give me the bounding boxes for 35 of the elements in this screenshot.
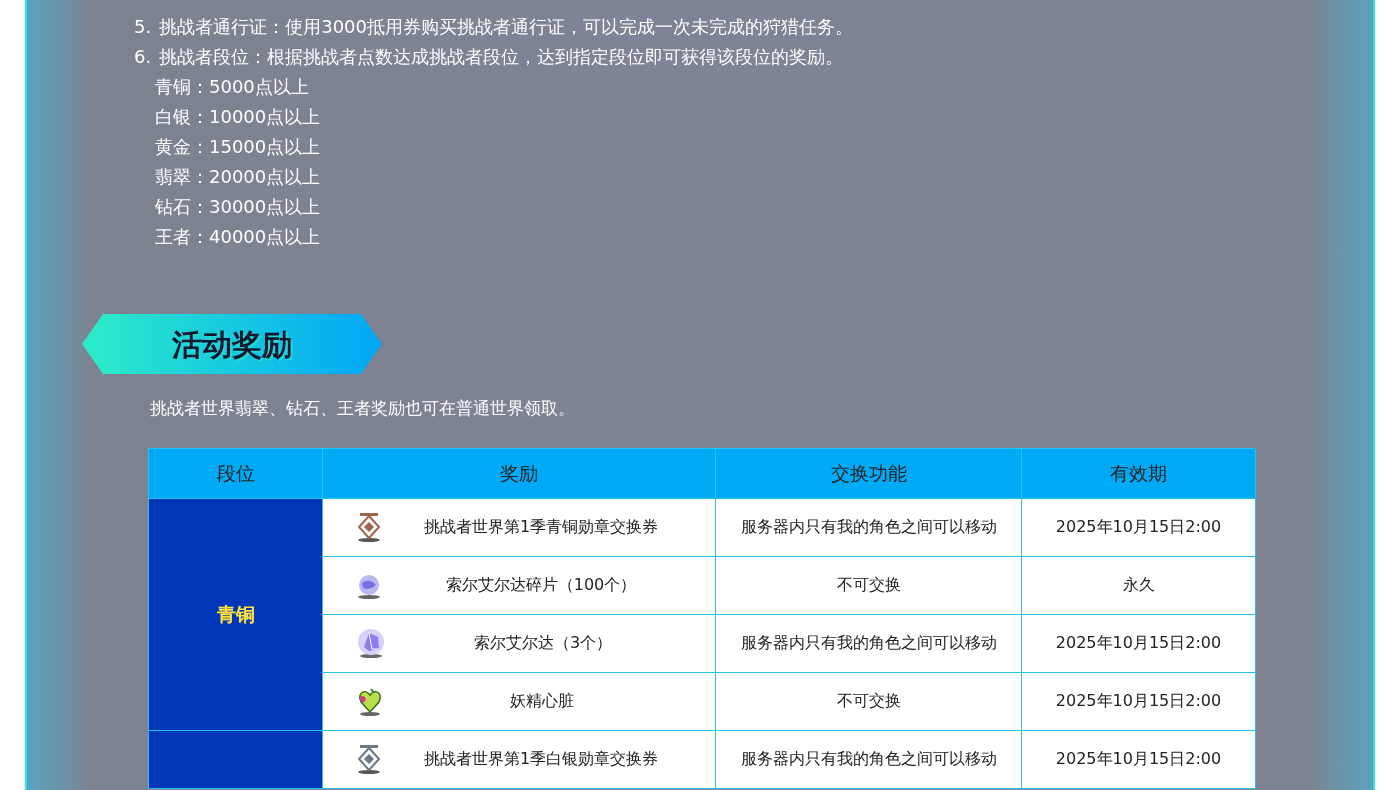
tier-requirement: 白银：10000点以上 [154, 105, 321, 129]
tier-requirement: 王者：40000点以上 [154, 225, 321, 249]
tier-requirement: 黄金：15000点以上 [154, 135, 321, 159]
validity-cell: 2025年10月15日2:00 [1022, 614, 1256, 673]
reward-name: 索尔艾尔达（3个） [472, 632, 614, 654]
crystal-icon [355, 627, 387, 659]
tier-requirement: 钻石：30000点以上 [154, 195, 321, 219]
rule-text: 挑战者段位：根据挑战者点数达成挑战者段位，达到指定段位即可获得该段位的奖励。 [159, 45, 844, 69]
rule-number: 5. [134, 15, 152, 39]
exchange-cell: 不可交换 [716, 672, 1022, 731]
validity-cell: 2025年10月15日2:00 [1022, 498, 1256, 557]
section-title: 活动奖励 [172, 325, 292, 364]
rule-number: 6. [134, 45, 152, 69]
tier-requirement: 青铜：5000点以上 [154, 75, 309, 99]
note-text: 挑战者世界翡翠、钻石、王者奖励也可在普通世界领取。 [150, 397, 576, 420]
reward-name: 索尔艾尔达碎片（100个） [444, 574, 638, 596]
reward-name: 挑战者世界第1季白银勋章交换券 [422, 748, 660, 770]
exchange-cell: 服务器内只有我的角色之间可以移动 [716, 730, 1022, 789]
column-header: 奖励 [323, 448, 716, 499]
column-header: 交换功能 [716, 448, 1022, 499]
validity-cell: 2025年10月15日2:00 [1022, 672, 1256, 731]
column-header: 段位 [149, 448, 323, 499]
tier-cell: 青铜 [149, 498, 323, 731]
column-header: 有效期 [1022, 448, 1256, 499]
reward-name: 挑战者世界第1季青铜勋章交换券 [422, 516, 660, 538]
rule-text: 挑战者通行证：使用3000抵用券购买挑战者通行证，可以完成一次未完成的狩猎任务。 [159, 15, 853, 39]
exchange-cell: 服务器内只有我的角色之间可以移动 [716, 498, 1022, 557]
validity-cell: 永久 [1022, 556, 1256, 615]
tier-requirement: 翡翠：20000点以上 [154, 165, 321, 189]
medal-icon [355, 743, 383, 775]
medal-icon [355, 511, 383, 543]
exchange-cell: 不可交换 [716, 556, 1022, 615]
reward-name: 妖精心脏 [509, 690, 575, 712]
exchange-cell: 服务器内只有我的角色之间可以移动 [716, 614, 1022, 673]
validity-cell: 2025年10月15日2:00 [1022, 730, 1256, 789]
